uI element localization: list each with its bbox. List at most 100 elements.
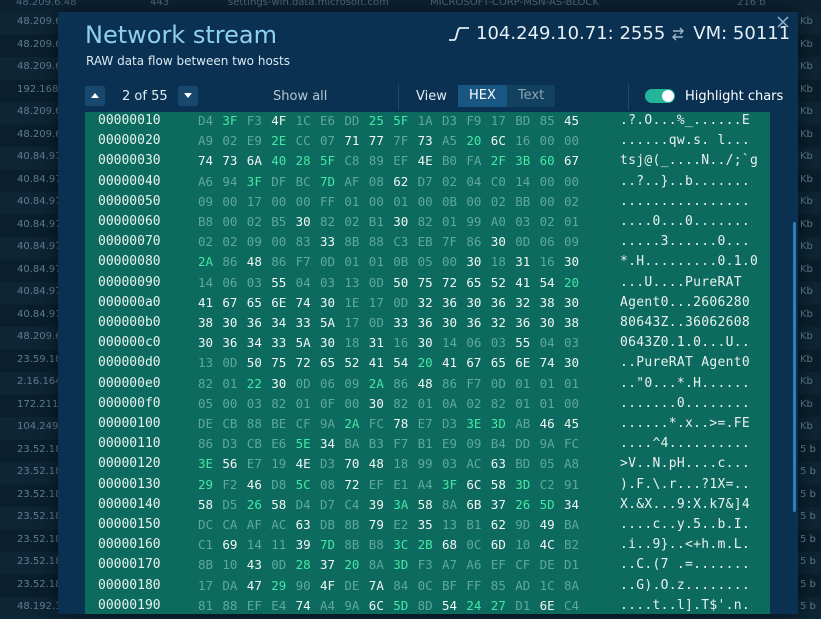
- hex-byte: 90: [295, 577, 311, 593]
- hex-byte: 45: [564, 416, 580, 431]
- hex-byte: 3E: [466, 416, 482, 431]
- hex-byte: 06: [466, 335, 482, 351]
- hex-byte: 10: [515, 537, 531, 553]
- hex-ascii: ..C.(7 .=.......: [620, 557, 751, 573]
- hex-byte: 41: [368, 355, 384, 371]
- hex-byte: C8: [344, 153, 360, 169]
- hex-byte: 26: [246, 496, 262, 512]
- hex-byte: A4: [417, 476, 433, 492]
- hex-byte: A5: [442, 133, 458, 149]
- hex-byte: 00: [442, 254, 458, 270]
- bg-row-size: Kb: [800, 106, 813, 117]
- hex-byte: 55: [515, 335, 531, 351]
- hex-byte: 36: [515, 315, 531, 330]
- hex-row: 00000170 8B 10 43 0D 28 37 20 8A 3D F3 A7 A6 EF CF DE D1…: [85, 556, 770, 578]
- hex-byte: D3: [222, 436, 238, 452]
- hex-byte: 00: [539, 173, 555, 189]
- hex-byte: 00: [222, 193, 238, 209]
- hex-ascii: ...U....PureRAT: [620, 274, 751, 290]
- bg-row-size: Kb: [800, 16, 813, 27]
- hex-byte: 83: [295, 234, 311, 250]
- hex-byte: 70: [344, 456, 360, 472]
- highlight-chars-toggle[interactable]: [645, 89, 675, 103]
- bg-row-ip: 172.211.: [17, 398, 62, 410]
- show-all-button[interactable]: Show all: [273, 89, 327, 104]
- hex-byte: 01: [442, 214, 458, 229]
- bg-row-size: Kb: [800, 38, 813, 50]
- hex-row: 00000110 86 D3 CB E6 5E 34 BA B3 F7 B1 E9 09 B4 DD 9A FC…: [85, 435, 770, 457]
- hex-byte: 00: [539, 193, 555, 209]
- hex-ascii: X.&X...9:X.k7&]4: [620, 496, 751, 512]
- hex-ascii: ....c..y.5..b.I.: [620, 517, 751, 532]
- hex-byte: 0D: [393, 294, 409, 310]
- hex-row: 000000e0 82 01 22 30 0D 06 09 2A 86 48 86 F7 0D 01 01 01…: [85, 375, 770, 397]
- hex-byte: 05: [198, 395, 214, 411]
- hex-byte: D7: [417, 173, 433, 189]
- hex-byte: B2: [564, 537, 580, 553]
- hex-byte: 03: [442, 456, 458, 472]
- bg-row-ip: 40.84.97: [17, 286, 62, 297]
- hex-byte: 36: [222, 335, 238, 351]
- bg-row-size: Kb: [800, 196, 813, 207]
- previous-page-button[interactable]: [85, 86, 105, 106]
- hex-byte: 74: [539, 355, 555, 371]
- hex-byte: 20: [564, 274, 580, 290]
- bg-row-ip: 48.209.6: [17, 38, 62, 50]
- hex-byte: DD: [344, 113, 360, 128]
- hex-byte: 03: [246, 395, 262, 411]
- close-icon[interactable]: [776, 15, 790, 29]
- hex-byte: AB: [515, 416, 531, 431]
- hex-byte: 36: [490, 294, 506, 310]
- hex-row: 00000040 A6 94 3F DF BC 7D AF 08 62 D7 02 04 C0 14 00 00…: [85, 173, 770, 195]
- hex-byte: E7: [246, 456, 262, 472]
- hex-byte: 54: [442, 597, 458, 613]
- bg-row-ip: 48.209.6: [17, 128, 62, 140]
- hex-row: 00000120 3E 56 E7 19 4E D3 70 48 18 99 03 AC 63 BD 05 A8…: [85, 455, 770, 477]
- hex-byte: 5E: [295, 436, 311, 452]
- hex-byte: FC: [368, 416, 384, 431]
- bg-top-ip: 48.209.6.48: [16, 0, 77, 8]
- hex-offset: 000000f0: [98, 395, 161, 411]
- hex-byte: 27: [490, 597, 506, 613]
- hex-byte: 58: [490, 476, 506, 492]
- hex-byte: 18: [344, 335, 360, 351]
- hex-offset: 00000010: [98, 113, 161, 128]
- hex-byte: 01: [344, 193, 360, 209]
- hex-byte: 32: [490, 315, 506, 330]
- hex-dump-view[interactable]: 00000010 D4 3F F3 4F 1C E6 DD 25 5F 1A D3 F9 17 BD 85 45…: [85, 112, 770, 614]
- hex-byte: 65: [490, 355, 506, 371]
- hex-byte: 48: [368, 456, 384, 472]
- hex-byte: 48: [246, 254, 262, 270]
- hex-byte: AC: [271, 517, 287, 532]
- hex-byte: 03: [564, 335, 580, 351]
- hex-offset: 00000020: [98, 133, 161, 149]
- hex-byte: BE: [271, 416, 287, 431]
- hex-byte: 01: [368, 254, 384, 270]
- hex-byte: 84: [393, 577, 409, 593]
- bg-row-ip: 23.52.18: [17, 466, 62, 477]
- hex-byte: 8B: [344, 517, 360, 532]
- hex-byte: 01: [564, 214, 580, 229]
- next-page-button[interactable]: [178, 86, 198, 106]
- hex-byte: BF: [442, 577, 458, 593]
- hex-byte: 63: [490, 456, 506, 472]
- hex-byte: 02: [490, 193, 506, 209]
- hex-byte: 3F: [246, 173, 262, 189]
- hex-byte: 62: [393, 173, 409, 189]
- hex-byte: 2F: [490, 153, 506, 169]
- hex-scrollbar[interactable]: [793, 222, 796, 512]
- hex-byte: 82: [393, 395, 409, 411]
- bg-row-size: Kb: [800, 376, 813, 387]
- hex-byte: 30: [466, 294, 482, 310]
- hex-byte: 72: [442, 274, 458, 290]
- hex-byte: 73: [222, 153, 238, 169]
- hex-byte: 73: [417, 133, 433, 149]
- hex-byte: D7: [320, 496, 336, 512]
- hex-byte: 30: [271, 375, 287, 391]
- text-mode-button[interactable]: Text: [506, 85, 556, 107]
- hex-byte: 07: [320, 133, 336, 149]
- hex-mode-button[interactable]: HEX: [458, 85, 507, 107]
- hex-byte: 01: [515, 375, 531, 391]
- hex-byte: 82: [320, 214, 336, 229]
- hex-byte: 17: [368, 294, 384, 310]
